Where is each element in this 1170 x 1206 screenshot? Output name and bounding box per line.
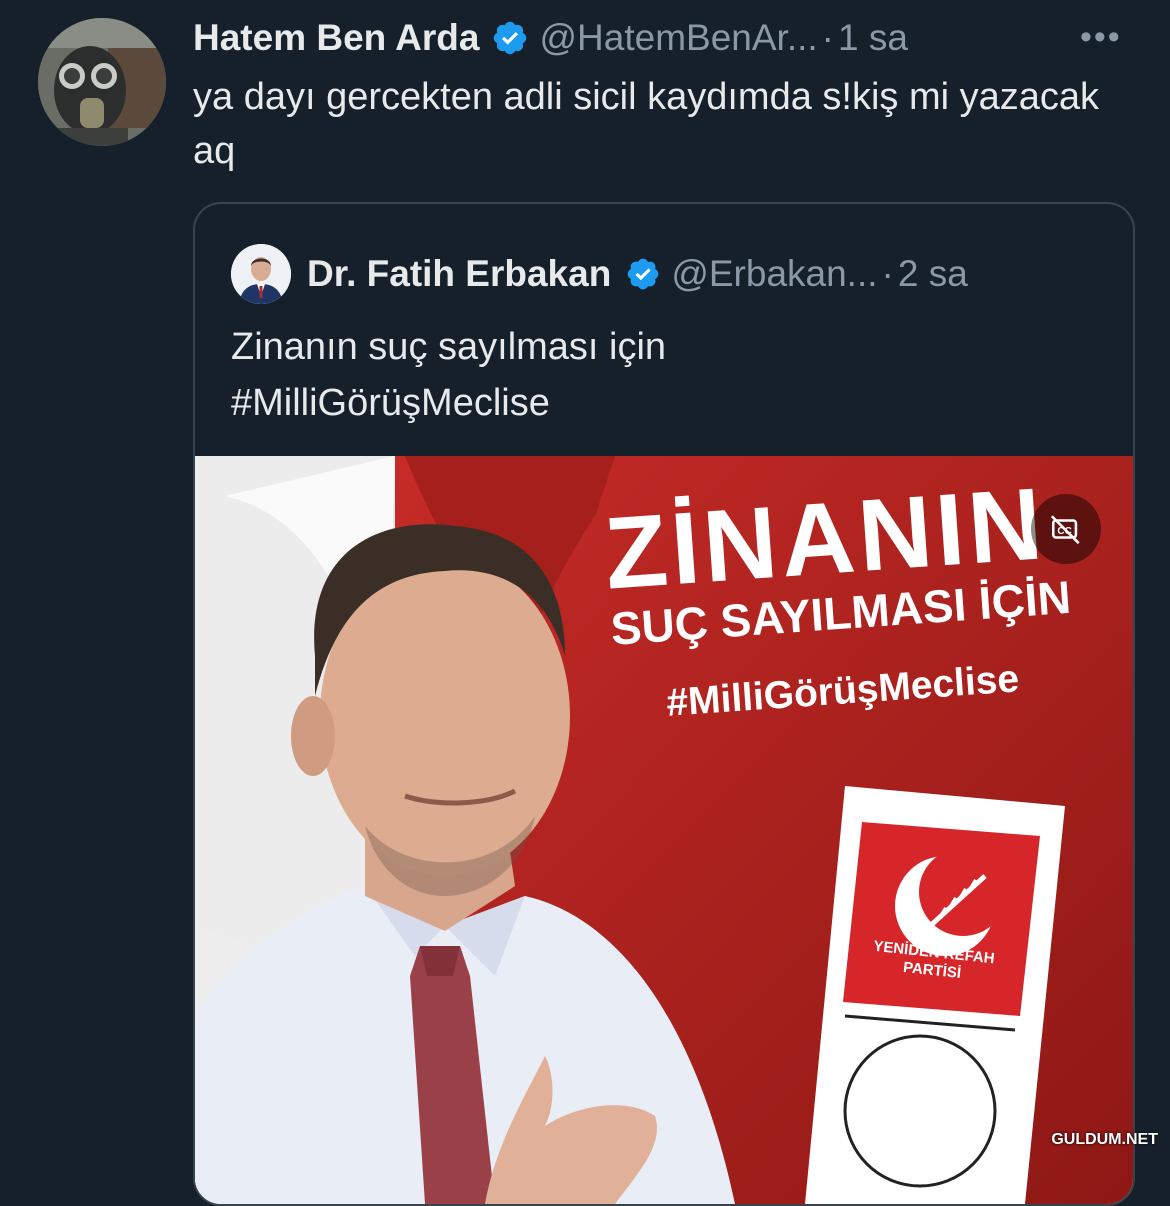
quoted-tweet-card[interactable]: Dr. Fatih Erbakan @Erbakan... · 2 sa Zin…: [193, 202, 1135, 1206]
watermark: GULDUM.NET: [1051, 1131, 1158, 1148]
portrait-avatar-image: [231, 244, 291, 304]
verified-badge-icon: [494, 21, 527, 55]
author-handle[interactable]: @HatemBenAr...: [539, 17, 817, 59]
quoted-tweet-text: Zinanın suç sayılması için #MilliGörüşMe…: [231, 319, 1091, 431]
quoted-tweet-media[interactable]: ZİNANIN SUÇ SAYILMASI İÇİN #MilliGörüşMe…: [195, 456, 1133, 1204]
gas-mask-avatar-image: [38, 18, 166, 146]
closed-captions-off-icon[interactable]: CC: [1031, 494, 1101, 564]
separator-dot: ·: [821, 17, 834, 58]
quoted-hashtag-link[interactable]: #MilliGörüşMeclise: [231, 375, 1091, 431]
verified-badge-icon: [627, 258, 659, 290]
quoted-author-handle[interactable]: @Erbakan...: [671, 253, 877, 295]
tweet-header: Hatem Ben Arda @HatemBenAr... · 1 sa: [193, 14, 908, 62]
author-name[interactable]: Hatem Ben Arda: [193, 17, 479, 59]
tweet-timestamp[interactable]: 1 sa: [838, 17, 908, 59]
quoted-author-avatar[interactable]: [231, 244, 291, 304]
cc-glyph-icon: CC: [1050, 515, 1080, 545]
quoted-tweet-header: Dr. Fatih Erbakan @Erbakan... · 2 sa: [231, 244, 968, 304]
quoted-text-line: Zinanın suç sayılması için: [231, 326, 667, 368]
author-avatar[interactable]: [38, 18, 166, 146]
quoted-author-name[interactable]: Dr. Fatih Erbakan: [307, 253, 611, 295]
separator-dot: ·: [881, 253, 894, 294]
more-icon[interactable]: •••: [1080, 20, 1122, 54]
quoted-tweet-timestamp[interactable]: 2 sa: [898, 253, 968, 295]
tweet-text: ya dayı gercekten adli sicil kaydımda s!…: [193, 76, 1100, 172]
